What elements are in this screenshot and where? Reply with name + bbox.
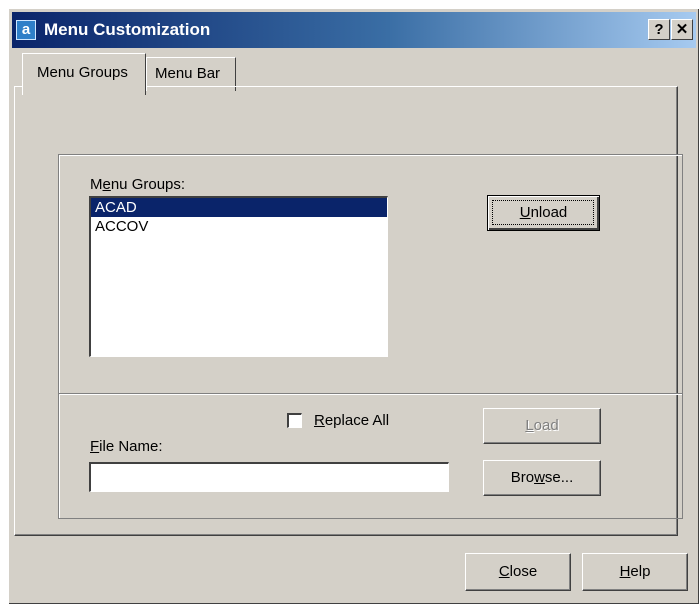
tab-menu-groups[interactable]: Menu Groups [22,53,146,95]
tab-menu-groups-label: Menu Groups [37,64,128,81]
list-item-accov[interactable]: ACCOV [91,217,387,236]
group-divider [59,393,682,395]
list-item-acad[interactable]: ACAD [91,198,387,217]
menu-groups-listbox[interactable]: ACAD ACCOV [89,196,388,357]
browse-button[interactable]: Browse... [483,460,601,496]
tab-menu-bar-label: Menu Bar [155,65,221,82]
unload-button[interactable]: Unload [487,195,600,231]
window-title: Menu Customization [44,20,211,39]
file-name-label: File Name: [90,438,163,455]
menu-groups-label: Menu Groups: [90,176,186,193]
close-button[interactable]: Close [465,553,571,591]
replace-all-checkbox[interactable] [287,413,302,428]
file-name-input[interactable] [89,462,449,492]
load-button[interactable]: Load [483,408,601,444]
app-icon: a [16,20,36,40]
close-title-button[interactable]: ✕ [671,19,693,40]
help-title-button[interactable]: ? [648,19,670,40]
focus-rect [492,200,594,225]
replace-all-label[interactable]: Replace All [314,412,389,429]
help-button[interactable]: Help [582,553,688,591]
title-bar[interactable]: a Menu Customization ? ✕ [12,12,696,48]
